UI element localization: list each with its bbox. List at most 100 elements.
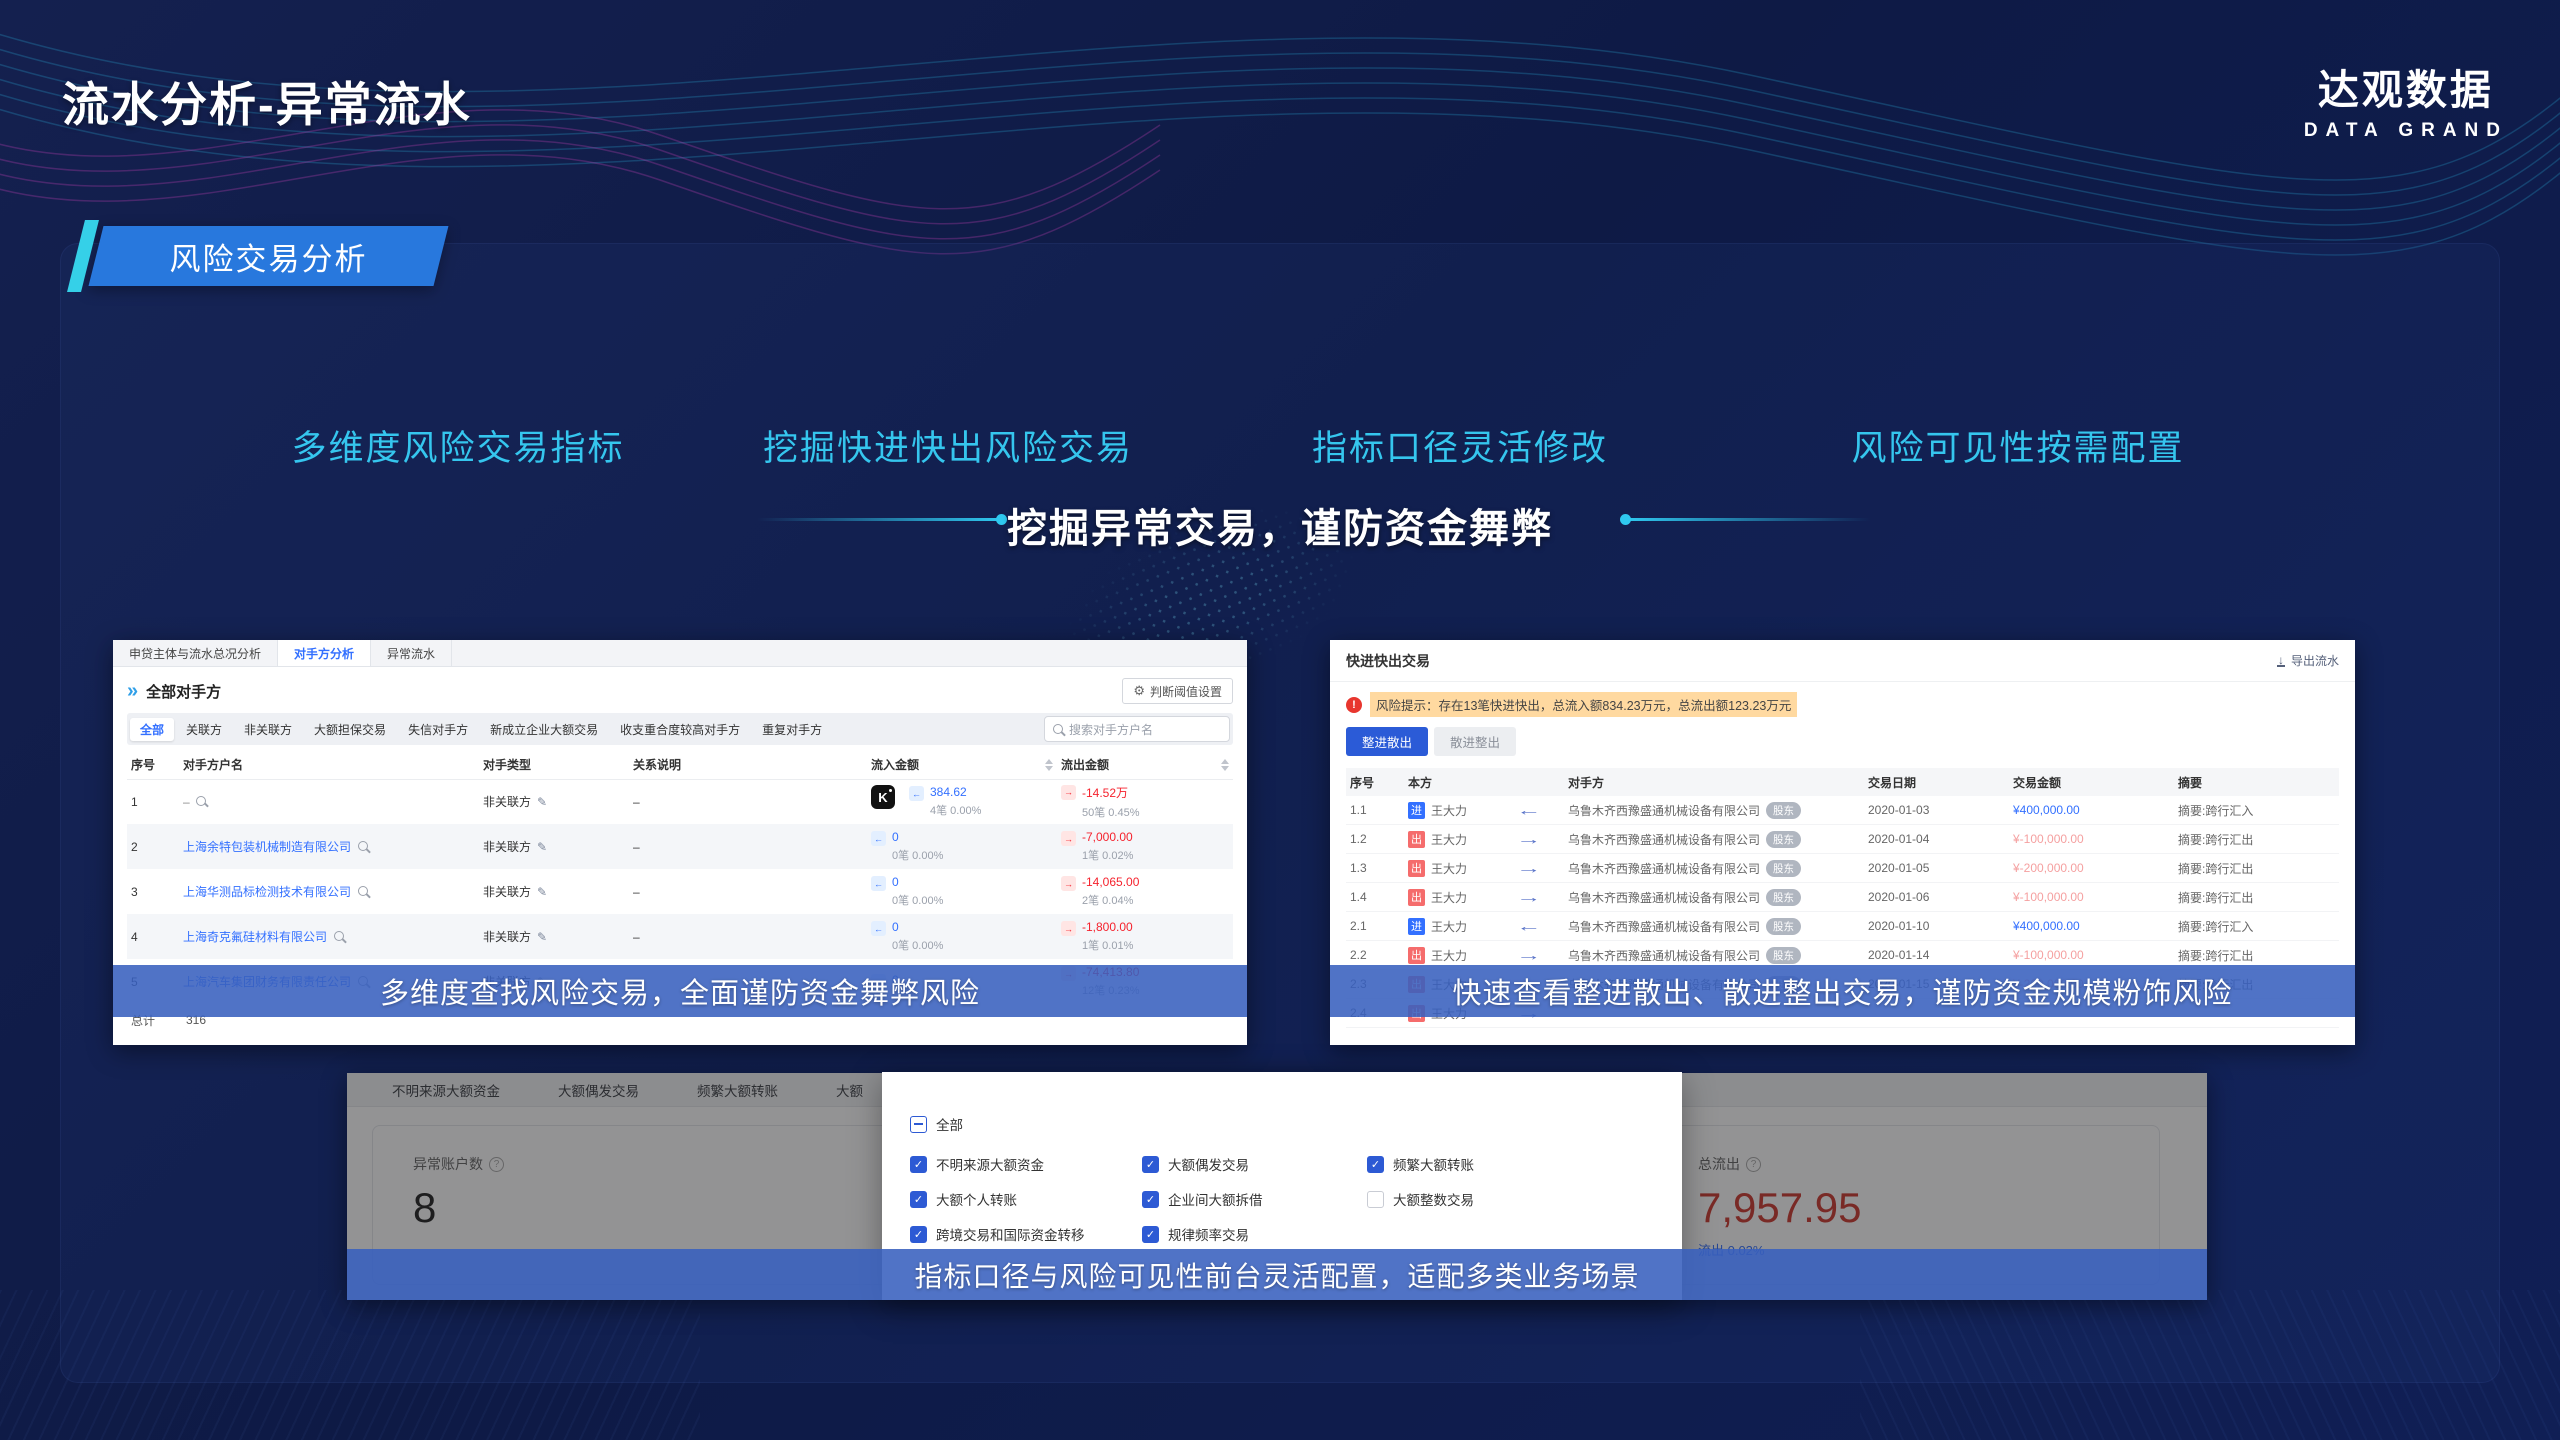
arrow-left-icon: ←: [1516, 918, 1568, 934]
filter-high-overlap[interactable]: 收支重合度较高对手方: [610, 718, 750, 741]
cell-inflow: K←384.624笔 0.00%: [867, 779, 1057, 824]
right-panel-title: 快进快出交易: [1346, 651, 2277, 671]
table-row: 2 上海余特包装机械制造有限公司 非关联方✎ – ←00笔 0.00% →-7,…: [127, 824, 1233, 869]
cell-relation: –: [629, 779, 867, 824]
gear-icon: ⚙: [1133, 683, 1145, 699]
risk-alert-text: 风险提示：存在13笔快进快出，总流入额834.23万元，总流出额123.23万元: [1370, 692, 1797, 717]
threshold-settings-button[interactable]: ⚙ 判断阈值设置: [1122, 678, 1233, 704]
option-grid: ✓不明来源大额资金 ✓大额偶发交易 ✓频繁大额转账 ✓大额个人转账 ✓企业间大额…: [910, 1154, 1474, 1244]
arrow-right-icon: →: [1516, 889, 1568, 905]
cell-no: 3: [127, 869, 179, 914]
tab-counterparty-analysis[interactable]: 对手方分析: [278, 640, 371, 666]
checked-checkbox[interactable]: ✓: [910, 1156, 927, 1173]
checked-checkbox[interactable]: ✓: [910, 1191, 927, 1208]
shareholder-tag: 股东: [1766, 831, 1801, 848]
feature-2: 挖掘快进快出风险交易: [763, 420, 1133, 471]
direction-out-badge: 出: [1408, 831, 1425, 848]
banner-label: 风险交易分析: [96, 226, 441, 286]
edit-icon[interactable]: ✎: [537, 930, 547, 944]
table-header-row: 序号 对手方户名 对手类型 关系说明 流入金额 流出金额: [127, 751, 1233, 779]
left-tab-bar: 申贷主体与流水总况分析 对手方分析 异常流水: [113, 640, 1247, 667]
brand-logo-en: DATA GRAND: [2304, 120, 2508, 142]
filter-unrelated[interactable]: 非关联方: [234, 718, 302, 741]
left-caption-bar: 多维度查找风险交易，全面谨防资金舞弊风险: [113, 965, 1247, 1017]
cell-outflow: →-7,000.001笔 0.02%: [1057, 824, 1233, 869]
outflow-icon: →: [1061, 876, 1076, 891]
section-banner: 风险交易分析: [89, 226, 449, 286]
transaction-row: 2.1 进王大力 ← 乌鲁木齐西豫盛通机械设备有限公司股东 2020-01-10…: [1346, 912, 2339, 941]
edit-icon[interactable]: ✎: [537, 840, 547, 854]
filter-large-guarantee[interactable]: 大额担保交易: [304, 718, 396, 741]
transaction-row: 1.1 进王大力 ← 乌鲁木齐西豫盛通机械设备有限公司股东 2020-01-03…: [1346, 796, 2339, 825]
cell-relation: –: [629, 824, 867, 869]
cell-type: 非关联方✎: [479, 824, 629, 869]
tab-abnormal-flow[interactable]: 异常流水: [371, 640, 452, 666]
table-row: 1 – 非关联方✎ – K←384.624笔 0.00% →-14.52万50笔…: [127, 779, 1233, 824]
tab-scatter-in-whole-out[interactable]: 散进整出: [1434, 727, 1516, 756]
download-icon: ↓: [2277, 655, 2285, 667]
checked-checkbox[interactable]: ✓: [910, 1226, 927, 1243]
lookup-icon[interactable]: [358, 841, 368, 851]
lookup-icon[interactable]: [358, 886, 368, 896]
filter-related[interactable]: 关联方: [176, 718, 232, 741]
checked-checkbox[interactable]: ✓: [1142, 1226, 1159, 1243]
cell-no: 2: [127, 824, 179, 869]
headline-line-left: [757, 518, 1002, 521]
arrow-right-icon: →: [1516, 860, 1568, 876]
filter-duplicate[interactable]: 重复对手方: [752, 718, 832, 741]
tab-loan-subject-analysis[interactable]: 申贷主体与流水总况分析: [113, 640, 278, 666]
transaction-row: 1.2 出王大力 → 乌鲁木齐西豫盛通机械设备有限公司股东 2020-01-04…: [1346, 825, 2339, 854]
arrow-right-icon: →: [1516, 947, 1568, 963]
tab-whole-in-scatter-out[interactable]: 整进散出: [1346, 727, 1428, 756]
cell-outflow: →-14.52万50笔 0.45%: [1057, 779, 1233, 824]
inflow-icon: ←: [871, 831, 886, 846]
brand-logo-cn: 达观数据: [2304, 56, 2508, 116]
option-all[interactable]: 全部: [910, 1114, 963, 1134]
lookup-icon[interactable]: [334, 931, 344, 941]
option-item[interactable]: ✓不明来源大额资金: [910, 1154, 1142, 1174]
sort-icon[interactable]: [1221, 759, 1229, 771]
option-item[interactable]: ✓大额个人转账: [910, 1189, 1142, 1209]
shareholder-tag: 股东: [1766, 889, 1801, 906]
option-item[interactable]: ✓跨境交易和国际资金转移: [910, 1224, 1142, 1244]
option-item[interactable]: ✓规律频率交易: [1142, 1224, 1367, 1244]
col-relation: 关系说明: [629, 751, 867, 779]
checked-checkbox[interactable]: ✓: [1367, 1156, 1384, 1173]
direction-in-badge: 进: [1408, 918, 1425, 935]
edit-icon[interactable]: ✎: [537, 885, 547, 899]
indeterminate-checkbox[interactable]: [910, 1116, 927, 1133]
shareholder-tag: 股东: [1766, 947, 1801, 964]
checked-checkbox[interactable]: ✓: [1142, 1191, 1159, 1208]
col-no: 序号: [127, 751, 179, 779]
unchecked-checkbox[interactable]: [1367, 1191, 1384, 1208]
cell-name: –: [179, 779, 479, 824]
headline-line-right: [1625, 518, 1870, 521]
filter-discredited[interactable]: 失信对手方: [398, 718, 478, 741]
sort-icon[interactable]: [1045, 759, 1053, 771]
option-item[interactable]: 大额整数交易: [1367, 1189, 1474, 1209]
outflow-icon: →: [1061, 921, 1076, 936]
cell-inflow: ←00笔 0.00%: [867, 869, 1057, 914]
cell-relation: –: [629, 869, 867, 914]
col-inflow[interactable]: 流入金额: [867, 751, 1057, 779]
option-item[interactable]: ✓企业间大额拆借: [1142, 1189, 1367, 1209]
col-outflow[interactable]: 流出金额: [1057, 751, 1233, 779]
headline: 挖掘异常交易，谨防资金舞弊: [1007, 496, 1553, 554]
threshold-settings-label: 判断阈值设置: [1150, 683, 1222, 700]
filter-all[interactable]: 全部: [130, 718, 174, 741]
transaction-row: 1.3 出王大力 → 乌鲁木齐西豫盛通机械设备有限公司股东 2020-01-05…: [1346, 854, 2339, 883]
filter-new-company-large[interactable]: 新成立企业大额交易: [480, 718, 608, 741]
option-item[interactable]: ✓频繁大额转账: [1367, 1154, 1474, 1174]
export-flow-button[interactable]: ↓ 导出流水: [2277, 652, 2339, 669]
brand-logo: 达观数据 DATA GRAND: [2304, 56, 2508, 142]
edit-icon[interactable]: ✎: [537, 795, 547, 809]
search-input[interactable]: 搜索对手方户名: [1044, 716, 1230, 742]
cell-name: 上海华测品标检测技术有限公司: [179, 869, 479, 914]
cursor-badge: K: [871, 785, 895, 809]
lookup-icon[interactable]: [196, 796, 206, 806]
option-item[interactable]: ✓大额偶发交易: [1142, 1154, 1367, 1174]
transaction-row: 1.4 出王大力 → 乌鲁木齐西豫盛通机械设备有限公司股东 2020-01-06…: [1346, 883, 2339, 912]
outflow-icon: →: [1061, 831, 1076, 846]
checked-checkbox[interactable]: ✓: [1142, 1156, 1159, 1173]
chevron-right-icon: »: [127, 681, 138, 701]
